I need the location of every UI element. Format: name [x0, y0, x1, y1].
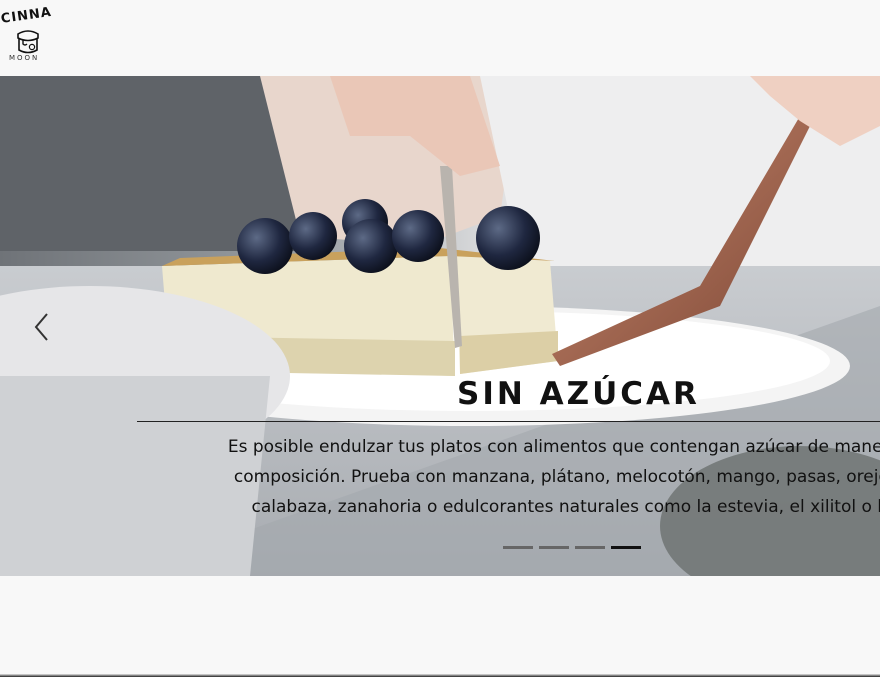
- carousel-indicators: [503, 546, 641, 549]
- caption-divider: [137, 421, 880, 422]
- carousel-indicator-4[interactable]: [611, 546, 641, 549]
- carousel-indicator-3[interactable]: [575, 546, 605, 549]
- slide-description: Es posible endulzar tus platos con alime…: [137, 432, 880, 522]
- slide-description-line: calabaza, zanahoria o edulcorantes natur…: [251, 497, 880, 517]
- site-header: CINNA MOON: [0, 0, 880, 76]
- hero-carousel: SIN AZÚCAR Es posible endulzar tus plato…: [0, 76, 880, 576]
- carousel-prev-button[interactable]: [30, 312, 54, 342]
- slide-title: SIN AZÚCAR: [457, 376, 700, 412]
- jar-icon: [17, 30, 39, 54]
- carousel-indicator-1[interactable]: [503, 546, 533, 549]
- slide-description-line: composición. Prueba con manzana, plátano…: [233, 467, 880, 487]
- logo-wordmark-top: CINNA: [0, 4, 53, 27]
- page-content-area: [0, 576, 880, 677]
- carousel-indicator-2[interactable]: [539, 546, 569, 549]
- slide-description-line: Es posible endulzar tus platos con alime…: [227, 437, 880, 457]
- logo-wordmark-bottom: MOON: [9, 54, 40, 62]
- chevron-left-icon: [34, 313, 48, 341]
- site-logo[interactable]: CINNA MOON: [0, 5, 60, 68]
